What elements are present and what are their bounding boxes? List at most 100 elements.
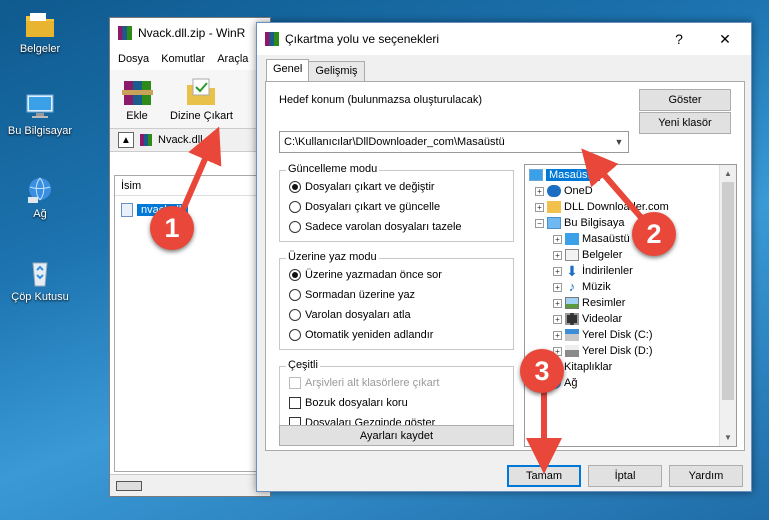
option-label: Sadece varolan dosyaları tazele bbox=[305, 221, 462, 233]
music-note-icon: ♪ bbox=[568, 279, 576, 294]
tree-node-documents[interactable]: + Belgeler bbox=[553, 247, 622, 263]
update-option-extract-update[interactable]: Dosyaları çıkart ve güncelle bbox=[289, 201, 440, 213]
tree-node-pc-desktop[interactable]: + Masaüstü bbox=[553, 231, 630, 247]
tree-node-pictures[interactable]: + Resimler bbox=[553, 295, 625, 311]
documents-icon bbox=[565, 249, 579, 261]
cancel-button[interactable]: İptal bbox=[588, 465, 662, 487]
radio-button[interactable] bbox=[289, 181, 301, 193]
option-label: Dosyaları çıkart ve güncelle bbox=[305, 201, 441, 213]
tree-node-label: Kitaplıklar bbox=[564, 361, 613, 373]
desktop-icon-label: Belgeler bbox=[19, 43, 61, 55]
radio-button[interactable] bbox=[289, 289, 301, 301]
tree-node-label: İndirilenler bbox=[582, 265, 633, 277]
tree-node-this-pc[interactable]: − Bu Bilgisaya bbox=[535, 215, 625, 231]
tree-node-videos[interactable]: + Videolar bbox=[553, 311, 622, 327]
scroll-up-icon[interactable]: ▲ bbox=[720, 165, 736, 182]
destination-path-combo[interactable]: C:\Kullanıcılar\DllDownloader_com\Masaüs… bbox=[279, 131, 629, 153]
radio-button[interactable] bbox=[289, 269, 301, 281]
expand-icon[interactable]: + bbox=[535, 186, 544, 196]
overwrite-option-no-ask[interactable]: Sormadan üzerine yaz bbox=[289, 289, 415, 301]
folder-tree[interactable]: Masaüstü + OneD + DLL Downloader.com − B… bbox=[524, 164, 737, 447]
overwrite-option-ask[interactable]: Üzerine yazmadan önce sor bbox=[289, 269, 442, 281]
tree-node-music[interactable]: + ♪ Müzik bbox=[553, 279, 611, 295]
winrar-path-bar: ▲ Nvack.dll.z bbox=[110, 128, 270, 152]
list-item[interactable]: nvack.dll bbox=[121, 202, 269, 218]
drive-icon bbox=[565, 329, 579, 341]
network-globe-icon bbox=[24, 175, 56, 205]
tree-node-disk-c[interactable]: + Yerel Disk (C:) bbox=[553, 327, 653, 343]
update-option-extract-replace[interactable]: Dosyaları çıkart ve değiştir bbox=[289, 181, 435, 193]
desktop-icon-documents[interactable]: Belgeler bbox=[4, 10, 76, 55]
expand-icon[interactable]: + bbox=[553, 266, 562, 276]
expand-icon[interactable]: + bbox=[553, 282, 562, 292]
save-settings-button[interactable]: Ayarları kaydet bbox=[279, 425, 514, 446]
scrollbar-thumb[interactable] bbox=[722, 182, 734, 400]
tab-general[interactable]: Genel bbox=[266, 59, 310, 81]
winrar-menu-bar: Dosya Komutlar Araçla bbox=[110, 48, 270, 70]
help-icon[interactable]: ? bbox=[657, 23, 701, 55]
add-button[interactable]: Ekle bbox=[120, 77, 154, 122]
radio-button[interactable] bbox=[289, 221, 301, 233]
overwrite-option-rename[interactable]: Otomatik yeniden adlandır bbox=[289, 329, 433, 341]
expand-icon[interactable]: + bbox=[553, 234, 562, 244]
radio-button[interactable] bbox=[289, 309, 301, 321]
checkbox[interactable] bbox=[289, 397, 301, 409]
option-label: Arşivleri alt klasörlere çıkart bbox=[305, 377, 440, 389]
tree-node-label: Masaüstü bbox=[582, 233, 630, 245]
tree-node-onedrive[interactable]: + OneD bbox=[535, 183, 593, 199]
collapse-icon[interactable]: − bbox=[535, 218, 544, 228]
menu-item-tools[interactable]: Araçla bbox=[217, 53, 248, 65]
close-icon[interactable]: ✕ bbox=[703, 23, 747, 55]
tree-node-disk-d[interactable]: + Yerel Disk (D:) bbox=[553, 343, 653, 359]
menu-item-commands[interactable]: Komutlar bbox=[161, 53, 205, 65]
tree-node-label: Masaüstü bbox=[546, 169, 600, 181]
radio-button[interactable] bbox=[289, 201, 301, 213]
desktop-icon-label: Çöp Kutusu bbox=[11, 291, 69, 303]
tree-node-label: Videolar bbox=[582, 313, 623, 325]
column-header-name[interactable]: İsim bbox=[115, 176, 269, 196]
show-button[interactable]: Göster bbox=[639, 89, 731, 111]
expand-icon[interactable]: + bbox=[553, 330, 562, 340]
help-button[interactable]: Yardım bbox=[669, 465, 743, 487]
new-folder-button[interactable]: Yeni klasör bbox=[639, 112, 731, 134]
winrar-archive-icon bbox=[120, 77, 154, 107]
extract-folder-icon bbox=[184, 77, 218, 107]
desktop-icon-label: Ağ bbox=[33, 208, 47, 220]
desktop-icon-this-pc[interactable]: Bu Bilgisayar bbox=[4, 92, 76, 137]
tab-advanced[interactable]: Gelişmiş bbox=[308, 61, 365, 81]
dialog-title: Çıkartma yolu ve seçenekleri bbox=[285, 32, 440, 46]
expand-icon[interactable]: + bbox=[553, 250, 562, 260]
winrar-books-icon bbox=[265, 32, 279, 46]
tree-node-label: Bu Bilgisaya bbox=[564, 217, 625, 229]
desktop-icon-network[interactable]: Ağ bbox=[4, 175, 76, 220]
pictures-icon bbox=[565, 297, 579, 309]
ok-button[interactable]: Tamam bbox=[507, 465, 581, 487]
up-folder-icon[interactable]: ▲ bbox=[118, 132, 134, 148]
archive-small-icon bbox=[140, 134, 152, 146]
expand-icon[interactable]: + bbox=[535, 202, 544, 212]
scroll-down-icon[interactable]: ▼ bbox=[720, 429, 736, 446]
misc-option-keep-broken[interactable]: Bozuk dosyaları koru bbox=[289, 397, 408, 409]
expand-icon[interactable]: + bbox=[553, 314, 562, 324]
expand-icon[interactable]: + bbox=[553, 298, 562, 308]
tree-node-downloads[interactable]: + ⬇ İndirilenler bbox=[553, 263, 633, 279]
overwrite-option-skip[interactable]: Varolan dosyaları atla bbox=[289, 309, 411, 321]
add-button-label: Ekle bbox=[126, 110, 148, 122]
dll-file-icon bbox=[121, 203, 133, 217]
tree-scrollbar[interactable]: ▲ ▼ bbox=[719, 165, 736, 446]
radio-button[interactable] bbox=[289, 329, 301, 341]
cloud-icon bbox=[547, 185, 561, 197]
callout-badge-2: 2 bbox=[632, 212, 676, 256]
film-strip-icon bbox=[565, 313, 579, 325]
tree-node-desktop[interactable]: Masaüstü bbox=[529, 167, 600, 183]
option-label: Dosyaları çıkart ve değiştir bbox=[305, 181, 435, 193]
update-option-freshen[interactable]: Sadece varolan dosyaları tazele bbox=[289, 221, 462, 233]
destination-label: Hedef konum (bulunmazsa oluşturulacak) bbox=[279, 94, 482, 106]
extract-to-button[interactable]: Dizine Çıkart bbox=[170, 77, 233, 122]
winrar-main-window: Nvack.dll.zip - WinR Dosya Komutlar Araç… bbox=[109, 17, 271, 497]
menu-item-file[interactable]: Dosya bbox=[118, 53, 149, 65]
archive-path: Nvack.dll.z bbox=[158, 134, 212, 146]
desktop-icon-recycle-bin[interactable]: Çöp Kutusu bbox=[4, 258, 76, 303]
chevron-down-icon[interactable]: ▼ bbox=[610, 132, 628, 152]
update-mode-title: Güncelleme modu bbox=[286, 163, 380, 175]
